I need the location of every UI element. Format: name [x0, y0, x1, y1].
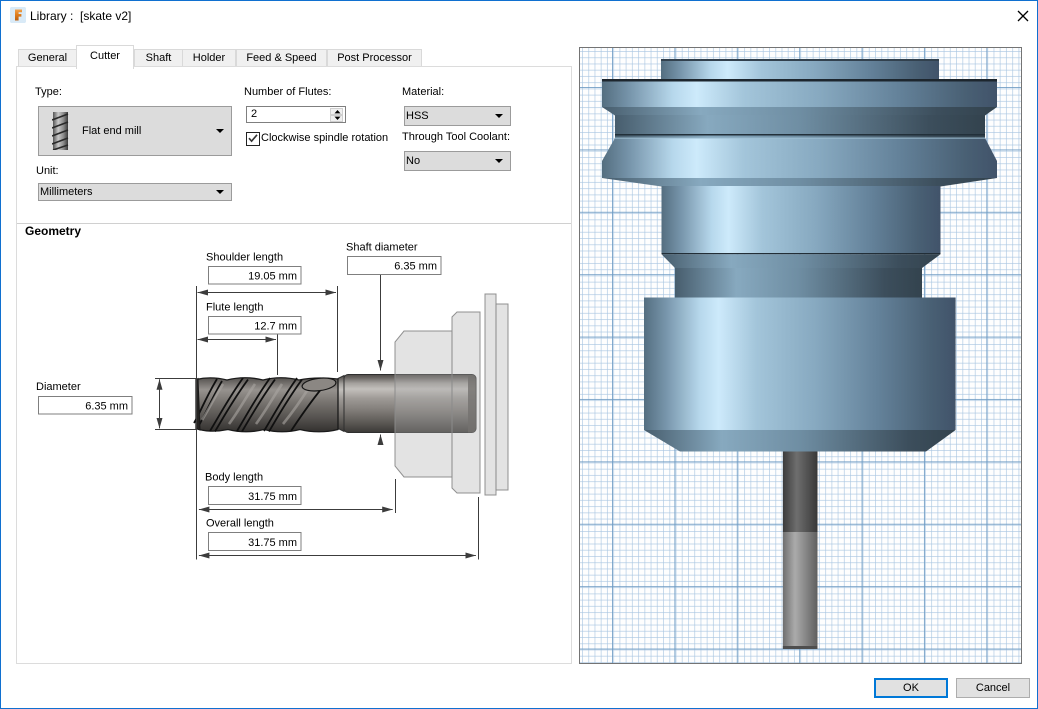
svg-text:19.05 mm: 19.05 mm — [248, 271, 297, 283]
svg-text:Shaft diameter: Shaft diameter — [346, 242, 418, 254]
svg-text:Flute length: Flute length — [206, 302, 263, 314]
svg-text:31.75 mm: 31.75 mm — [248, 537, 297, 549]
svg-text:6.35 mm: 6.35 mm — [85, 401, 128, 413]
svg-text:Body length: Body length — [205, 472, 263, 484]
svg-text:12.7 mm: 12.7 mm — [254, 321, 297, 333]
svg-text:Shoulder length: Shoulder length — [206, 252, 283, 264]
svg-text:31.75 mm: 31.75 mm — [248, 491, 297, 503]
svg-text:Diameter: Diameter — [36, 381, 81, 393]
svg-text:Overall length: Overall length — [206, 518, 274, 530]
svg-text:6.35 mm: 6.35 mm — [394, 261, 437, 273]
